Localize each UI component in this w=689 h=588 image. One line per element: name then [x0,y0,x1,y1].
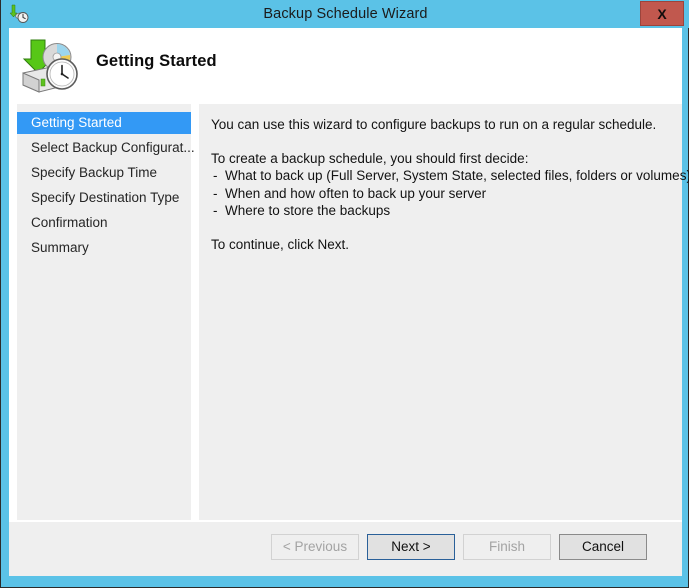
list-item-label: When and how often to back up your serve… [225,185,487,201]
list-item: - Where to store the backups [211,202,668,220]
sidebar-item-specify-backup-time[interactable]: Specify Backup Time [17,162,191,184]
wizard-window: Backup Schedule Wizard X Getting Started… [0,0,689,588]
sidebar-item-specify-destination-type[interactable]: Specify Destination Type [17,187,191,209]
finish-button[interactable]: Finish [463,534,551,560]
list-item: - When and how often to back up your serv… [211,185,668,203]
list-item-label: What to back up (Full Server, System Sta… [225,168,689,183]
sidebar-item-select-backup-configuration[interactable]: Select Backup Configurat... [17,137,195,159]
decide-heading: To create a backup schedule, you should … [211,150,529,166]
close-button[interactable]: X [640,1,684,26]
continue-text: To continue, click Next. [211,236,350,252]
wizard-header: Getting Started [9,28,682,104]
backup-schedule-large-icon [17,35,81,97]
list-item: - What to back up (Full Server, System St… [211,167,689,185]
wizard-steps-sidebar: Getting Started Select Backup Configurat… [17,104,195,576]
decision-list: - What to back up (Full Server, System St… [211,167,689,220]
bullet-marker: - [213,168,218,183]
title-bar: Backup Schedule Wizard X [1,0,689,28]
cancel-button[interactable]: Cancel [559,534,647,560]
next-button[interactable]: Next > [367,534,455,560]
wizard-body: Getting Started Select Backup Configurat… [9,104,689,576]
sidebar-item-getting-started[interactable]: Getting Started [17,112,191,134]
list-item-label: Where to store the backups [225,203,391,218]
bullet-marker: - [213,203,218,218]
button-bar: < Previous Next > Finish Cancel [9,522,682,576]
page-title: Getting Started [96,52,217,70]
previous-button[interactable]: < Previous [271,534,359,560]
sidebar-item-summary[interactable]: Summary [17,237,191,259]
sidebar-item-confirmation[interactable]: Confirmation [17,212,191,234]
bullet-marker: - [213,185,218,201]
intro-text: You can use this wizard to configure bac… [211,117,657,132]
content-panel: You can use this wizard to configure bac… [199,104,689,576]
window-title: Backup Schedule Wizard [263,6,428,22]
